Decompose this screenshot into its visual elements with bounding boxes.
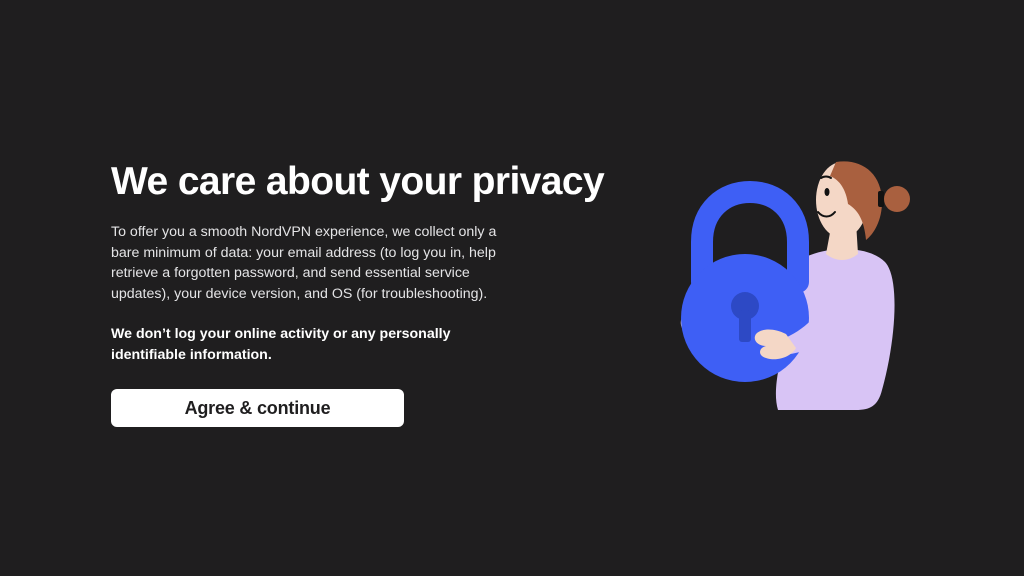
privacy-emphasis: We don’t log your online activity or any… bbox=[111, 326, 451, 363]
keyhole-slot-shape bbox=[739, 310, 751, 342]
privacy-content: We care about your privacy To offer you … bbox=[111, 158, 631, 427]
privacy-illustration bbox=[660, 150, 930, 420]
privacy-description: To offer you a smooth NordVPN experience… bbox=[111, 224, 497, 302]
eye-shape bbox=[824, 188, 830, 196]
privacy-consent-screen: We care about your privacy To offer you … bbox=[0, 0, 1024, 576]
hair-bun-shape bbox=[884, 186, 910, 212]
agree-continue-button[interactable]: Agree & continue bbox=[111, 389, 404, 427]
person-holding-padlock-illustration bbox=[680, 161, 910, 410]
page-title: We care about your privacy bbox=[111, 160, 605, 203]
hair-tie-shape bbox=[878, 191, 884, 207]
